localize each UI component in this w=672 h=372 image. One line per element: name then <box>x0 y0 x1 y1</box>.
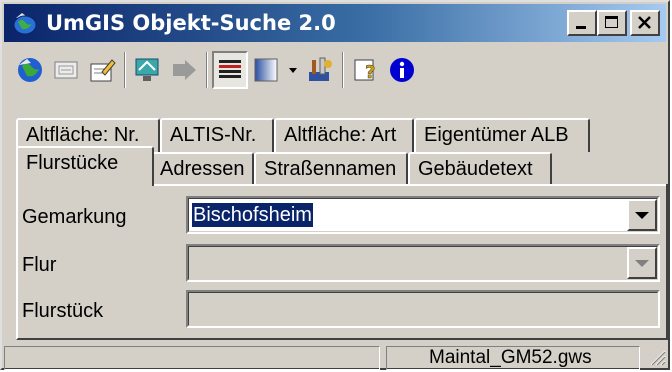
tab-label: Straßennamen <box>264 158 397 180</box>
gemarkung-dropdown-button[interactable] <box>627 199 657 231</box>
arrow-button[interactable] <box>166 51 202 89</box>
app-window: UmGIS Objekt-Suche 2.0 ? Altfläche: Nr. … <box>0 0 670 370</box>
gemarkung-combobox[interactable]: Bischofsheim <box>186 196 660 234</box>
title-bar[interactable]: UmGIS Objekt-Suche 2.0 <box>4 4 666 42</box>
tab-altflaeche-art[interactable]: Altfläche: Art <box>274 118 414 152</box>
tab-eigentuemer-alb[interactable]: Eigentümer ALB <box>414 118 590 152</box>
field-border <box>188 292 658 326</box>
chevron-down-icon <box>635 259 649 267</box>
minimize-icon <box>576 26 586 29</box>
chevron-down-icon <box>289 68 297 73</box>
maximize-icon <box>605 16 618 28</box>
gradient-icon <box>254 58 278 82</box>
gemarkung-value: Bischofsheim <box>192 203 313 227</box>
display-button[interactable] <box>130 51 166 89</box>
tab-gebaeudetext[interactable]: Gebäudetext <box>408 152 552 186</box>
help-icon: ? <box>354 59 376 83</box>
help-button[interactable]: ? <box>348 51 384 89</box>
display-icon <box>135 58 159 81</box>
tab-strassennamen[interactable]: Straßennamen <box>254 152 408 186</box>
flur-label: Flur <box>22 254 57 276</box>
tab-label: Altfläche: Art <box>284 124 397 146</box>
window-title: UmGIS Objekt-Suche 2.0 <box>46 11 336 35</box>
edit-button[interactable] <box>84 51 120 89</box>
field-border <box>188 246 658 280</box>
flur-combobox[interactable] <box>186 244 660 282</box>
maximize-button[interactable] <box>597 10 627 36</box>
flurstueck-label: Flurstück <box>22 300 104 322</box>
toolbar-separator <box>342 52 344 88</box>
tab-label: ALTIS-Nr. <box>170 124 257 146</box>
gradient-button[interactable] <box>248 51 284 89</box>
tools-icon <box>309 57 332 81</box>
status-cell-main <box>4 346 380 370</box>
status-bar: Maintal_GM52.gws <box>4 346 666 370</box>
minimize-button[interactable] <box>567 10 597 36</box>
close-button[interactable] <box>630 10 660 36</box>
card-button[interactable] <box>48 51 84 89</box>
toolbar-separator <box>206 52 208 88</box>
tab-label: Eigentümer ALB <box>424 124 569 146</box>
edit-icon <box>90 59 116 82</box>
close-icon <box>638 16 651 29</box>
globe-icon <box>18 58 42 82</box>
tools-button[interactable] <box>302 51 338 89</box>
globe-button[interactable] <box>12 51 48 89</box>
tab-label: Gebäudetext <box>418 158 533 180</box>
chevron-down-icon <box>635 211 649 219</box>
card-icon <box>54 61 78 79</box>
tab-altis-nr[interactable]: ALTIS-Nr. <box>160 118 274 152</box>
tab-adressen[interactable]: Adressen <box>150 152 254 186</box>
toolbar: ? <box>4 46 666 94</box>
status-file-name: Maintal_GM52.gws <box>386 346 640 370</box>
tab-flurstuecke[interactable]: Flurstücke <box>16 146 154 186</box>
info-icon <box>390 58 414 82</box>
list-lines-icon <box>219 60 241 78</box>
resize-grip-icon[interactable] <box>648 348 666 366</box>
flur-dropdown-button[interactable] <box>627 247 657 279</box>
globe-app-icon <box>13 13 37 35</box>
toolbar-separator <box>124 52 126 88</box>
tab-label: Altfläche: Nr. <box>26 124 140 146</box>
gradient-dropdown-button[interactable] <box>284 51 302 89</box>
tab-label: Flurstücke <box>26 152 119 174</box>
gemarkung-label: Gemarkung <box>22 206 127 228</box>
list-lines-button[interactable] <box>212 51 248 89</box>
tab-label: Adressen <box>160 158 245 180</box>
info-button[interactable] <box>384 51 420 89</box>
svg-text:?: ? <box>365 62 375 83</box>
arrow-right-icon <box>173 60 196 80</box>
flurstueck-field[interactable] <box>186 290 660 328</box>
